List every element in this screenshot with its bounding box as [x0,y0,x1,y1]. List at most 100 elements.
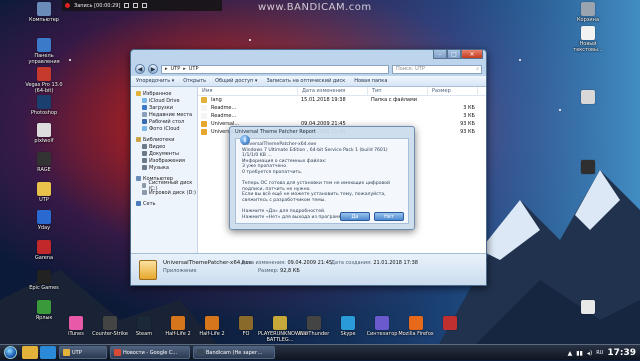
nav-item-label: iCloud Drive [149,97,180,104]
file-size: 3 КБ [463,113,475,119]
language-indicator[interactable]: RU [596,350,603,356]
desktop-icon[interactable]: Компьютер [22,2,66,23]
desktop-icon[interactable] [566,300,610,315]
file-row[interactable]: lang 15.01.2018 19:38 Папка с файлами [198,96,486,104]
desktop-icon[interactable]: Уdaу [22,210,66,231]
search-icon: ⌕ [476,66,479,72]
volume-icon[interactable]: ◂) [587,350,592,357]
burn-button[interactable]: Записать на оптический диск [266,78,345,84]
nav-item[interactable]: Системный диск (C:) [131,180,197,192]
nav-item[interactable]: iCloud Drive [131,97,197,104]
minimize-button[interactable]: – [433,50,447,59]
column-type[interactable]: Тип [368,86,428,96]
column-date[interactable]: Дата изменения [298,86,368,96]
app-icon [37,182,51,196]
nav-item[interactable]: Загрузки [131,104,197,111]
taskbar-button[interactable]: UTP [59,346,107,359]
nav-item-label: Недавние места [149,111,193,118]
column-size[interactable]: Размер [428,86,478,96]
nav-item[interactable]: Библиотеки [131,136,197,143]
nav-item[interactable]: Видео [131,143,197,150]
desktop-icon[interactable]: Корзина [566,2,610,23]
app-icon [37,2,51,16]
back-button[interactable]: ◀ [135,64,145,74]
nav-item[interactable]: Рабочий стол [131,118,197,125]
explorer-pin-icon[interactable] [22,346,38,359]
pause-icon[interactable] [124,3,130,8]
nav-item[interactable]: Недавние места [131,111,197,118]
nav-item-label: Рабочий стол [149,118,185,125]
desktop-icon[interactable] [566,90,610,105]
nav-item-label: Музыка [149,164,169,171]
no-button[interactable]: Нет [374,212,404,221]
browser-pin-icon[interactable] [40,346,56,359]
desktop-icon[interactable]: Photoshop [22,95,66,116]
nav-item[interactable]: Изображения [131,157,197,164]
desktop-icon[interactable]: Панель управления [22,38,66,65]
search-input[interactable]: Поиск: UTP ⌕ [392,64,482,74]
column-name[interactable]: Имя [198,86,298,96]
app-icon [103,316,117,330]
nav-item-label: Библиотеки [143,136,175,143]
desktop-icon-label: Синтезатор [366,331,398,337]
recorder-status: Запись [00:00:29] [74,2,121,9]
desktop-icon[interactable] [428,316,472,331]
taskbar-button-label: Bandicam (Не зарег... [206,349,263,356]
recorder-bar: Запись [00:00:29] [62,0,222,11]
desktop-icon-label: Уdaу [37,225,51,231]
yes-button[interactable]: Да [340,212,370,221]
nav-item[interactable]: Музыка [131,164,197,171]
organize-button[interactable]: Упорядочить ▾ [136,78,174,84]
nav-icon [142,158,147,163]
share-button[interactable]: Общий доступ ▾ [215,78,257,84]
nav-item[interactable]: Документы [131,150,197,157]
desktop-icon[interactable]: Garena [22,240,66,261]
file-row[interactable]: Readme... 3 КБ [198,104,486,112]
camera-icon[interactable] [142,3,148,8]
file-row[interactable]: Readme... 3 КБ [198,112,486,120]
file-name: Readme... [211,113,237,119]
desktop-icon-label: Vegas Pro 13.0 (64-bit) [25,82,63,94]
app-icon [137,316,151,330]
tray-arrow-icon[interactable]: ▲ [568,350,573,357]
desktop-icon[interactable]: pixlwolf [22,123,66,144]
forward-button[interactable]: ▶ [148,64,158,74]
breadcrumb-2[interactable]: UTP [189,66,199,72]
nav-item[interactable]: Фото iCloud [131,125,197,132]
app-icon [375,316,389,330]
patcher-report-dialog[interactable]: Universal Theme Patcher Report Universal… [229,126,415,230]
task-app-icon [114,349,121,356]
new-folder-button[interactable]: Новая папка [354,78,387,84]
open-button[interactable]: Открыть [183,78,206,84]
command-bar: Упорядочить ▾ Открыть Общий доступ ▾ Зап… [131,76,486,87]
nav-item[interactable]: Игровой диск (D:) [131,189,197,196]
desktop-icon[interactable]: Epic Games [22,270,66,291]
network-icon[interactable]: ▮▮ [576,350,583,357]
desktop-icon[interactable]: Новый текстовы... [566,26,610,53]
clock[interactable]: 17:39 [607,348,636,358]
nav-item[interactable]: Избранное [131,90,197,97]
details-created-label: Дата создания: [331,260,372,266]
app-icon [37,240,51,254]
details-filename: UniversalThemePatcher-x64.exe [163,260,252,266]
desktop-icon[interactable]: UTP [22,182,66,203]
nav-item[interactable]: Сеть [131,200,197,207]
desktop-icon-label: Компьютер [29,17,59,23]
close-button[interactable]: ✕ [461,50,483,59]
desktop-icon[interactable]: Vegas Pro 13.0 (64-bit) [22,67,66,94]
desktop-icon[interactable]: RAGE [22,152,66,173]
app-icon [171,316,185,330]
desktop-icon[interactable] [566,160,610,175]
start-button[interactable] [0,345,20,361]
desktop-icon-label: WarThunder [298,331,330,337]
taskbar-button[interactable]: Bandicam (Не зарег... [193,346,275,359]
breadcrumb-1[interactable]: UTP [171,66,181,72]
app-icon [581,160,595,174]
record-icon [65,3,70,8]
stop-icon[interactable] [133,3,139,8]
maximize-button[interactable]: □ [447,50,461,59]
window-caption[interactable]: – □ ✕ [131,50,486,62]
address-bar[interactable]: ▸ UTP ▸ UTP [161,64,389,74]
app-icon [581,90,595,104]
taskbar-button[interactable]: Новости - Google C... [110,346,190,359]
